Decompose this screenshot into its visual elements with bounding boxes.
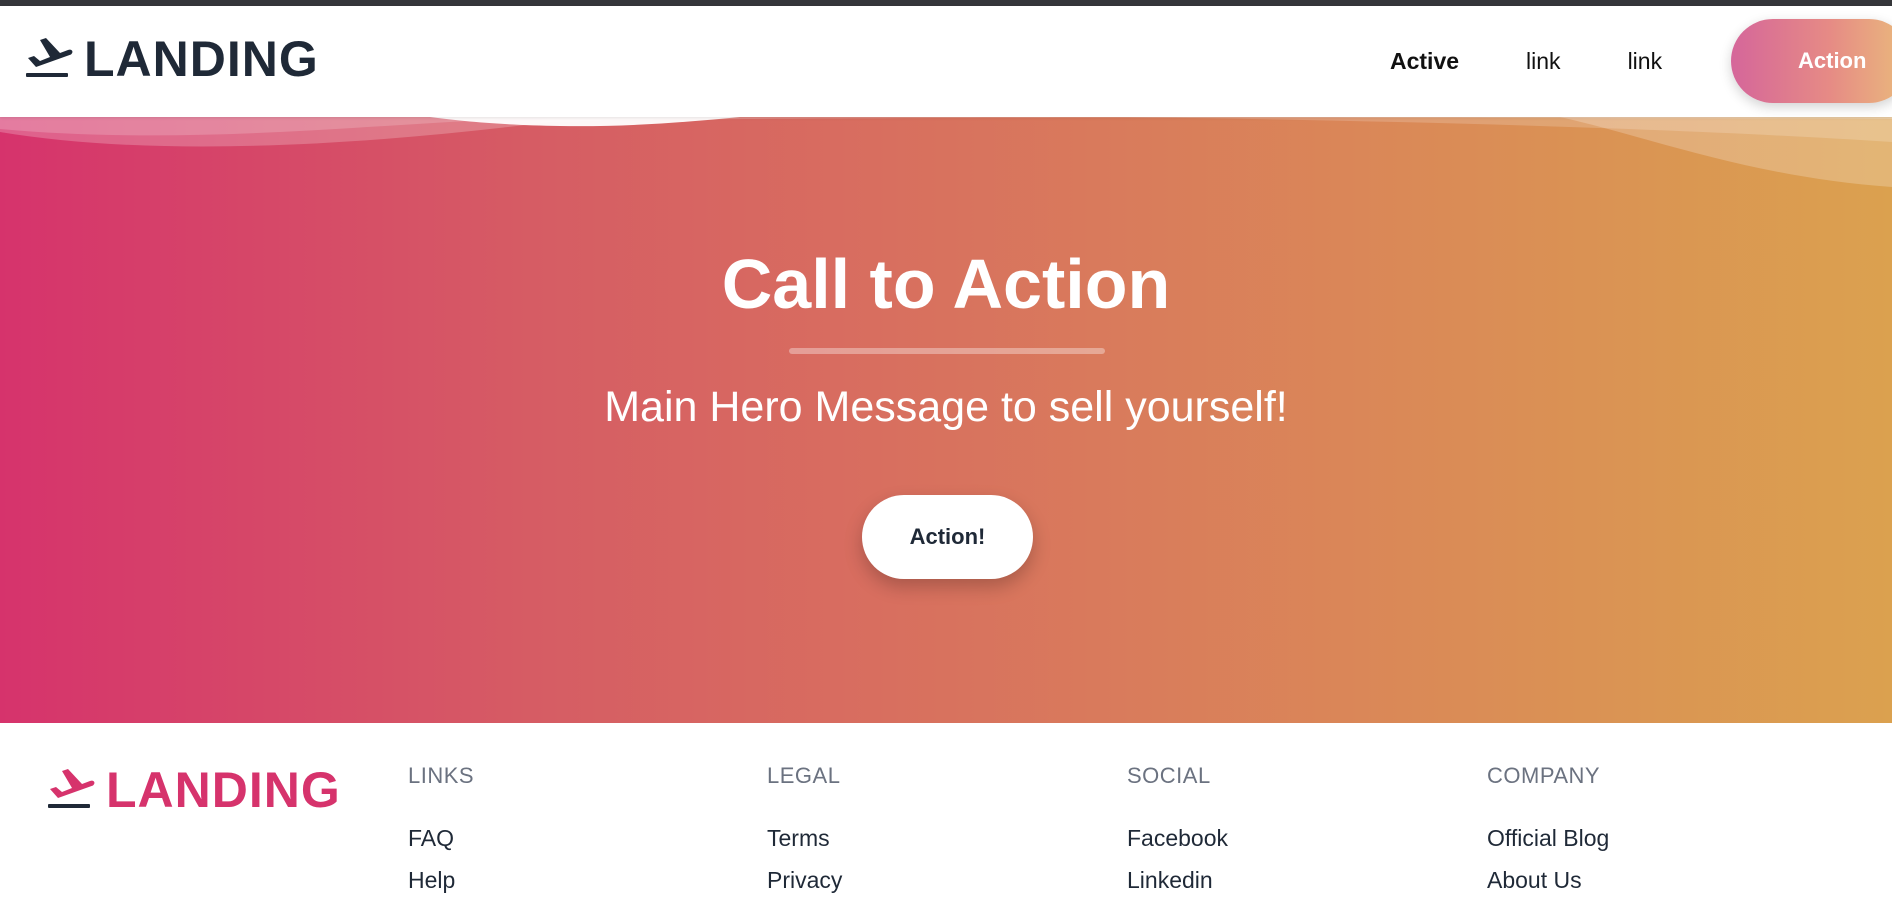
footer-link-about-us[interactable]: About Us [1487,869,1609,892]
footer-link-facebook[interactable]: Facebook [1127,827,1228,850]
footer-heading-links: LINKS [408,763,475,788]
footer-column-company: COMPANY Official Blog About Us [1487,763,1609,911]
hero-section: Call to Action Main Hero Message to sell… [0,117,1892,723]
footer-heading-social: SOCIAL [1127,763,1211,788]
footer-link-linkedin[interactable]: Linkedin [1127,869,1228,892]
brand-name: LANDING [84,31,319,87]
footer-link-terms[interactable]: Terms [767,827,842,850]
footer-link-official-blog[interactable]: Official Blog [1487,827,1609,850]
nav-link-1[interactable]: link [1526,48,1561,75]
plane-departure-icon [26,38,73,77]
footer-link-faq[interactable]: FAQ [408,827,474,850]
nav-links: Active link link [1390,6,1729,117]
brand-logo-link[interactable]: LANDING [24,34,319,84]
footer-link-privacy[interactable]: Privacy [767,869,842,892]
footer-column-social: SOCIAL Facebook Linkedin [1127,763,1228,911]
hero-message: Main Hero Message to sell yourself! [604,383,1288,431]
navbar: LANDING Active link link Action [0,6,1892,117]
footer-column-links: LINKS FAQ Help [408,763,474,911]
hero-action-button[interactable]: Action! [862,495,1033,579]
footer-brand-link[interactable]: LANDING [46,765,341,815]
hero-divider [789,348,1105,354]
footer-column-legal: LEGAL Terms Privacy [767,763,842,911]
nav-link-2[interactable]: link [1628,48,1663,75]
footer-brand-name: LANDING [106,762,341,818]
footer: LANDING LINKS FAQ Help LEGAL Terms Priva… [0,723,1892,912]
footer-heading-company: COMPANY [1487,763,1601,788]
plane-departure-icon [48,769,95,808]
footer-link-help[interactable]: Help [408,869,474,892]
nav-link-active[interactable]: Active [1390,48,1459,75]
footer-heading-legal: LEGAL [767,763,841,788]
hero-title: Call to Action [721,245,1171,323]
nav-action-button[interactable]: Action [1731,19,1892,103]
